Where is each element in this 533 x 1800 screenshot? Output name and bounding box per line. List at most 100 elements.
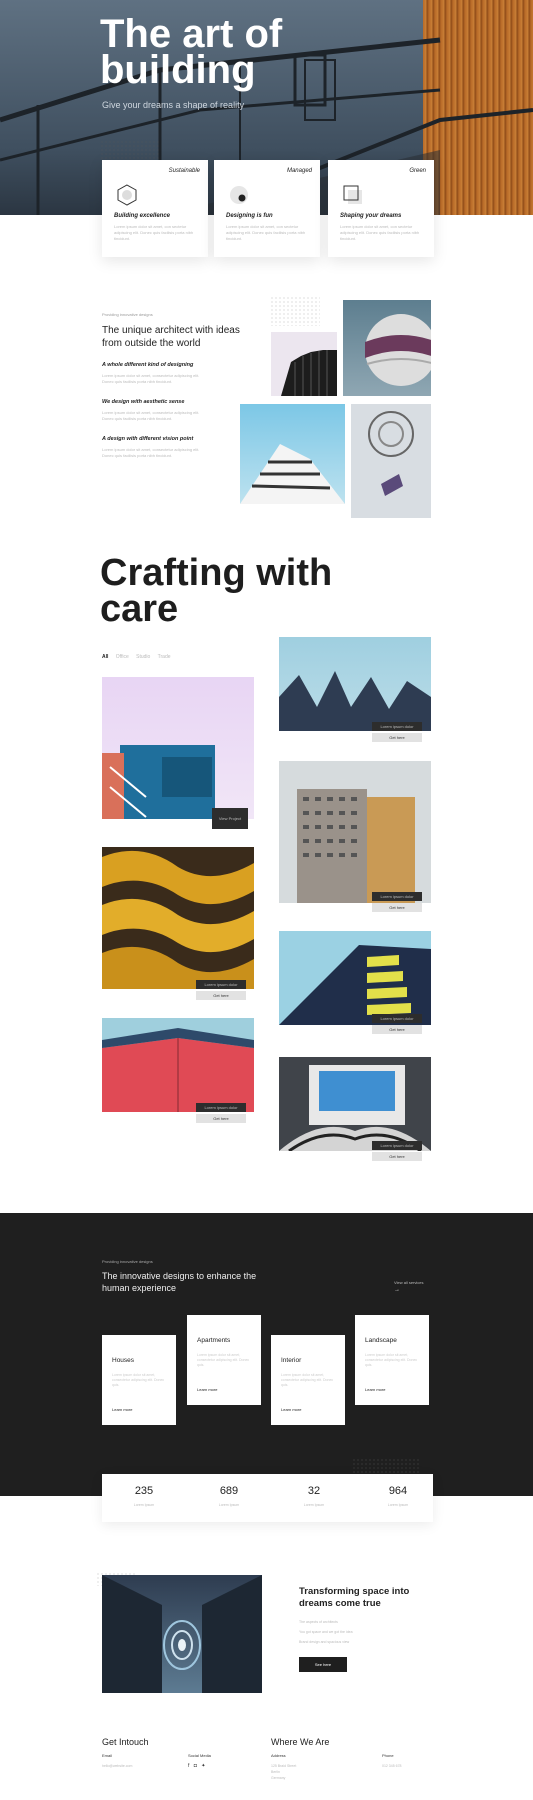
stat-value: 964 (388, 1485, 408, 1497)
project-button[interactable]: Get here (196, 1114, 246, 1123)
see-here-button[interactable]: See here (299, 1657, 347, 1672)
service-title: Landscape (365, 1337, 397, 1344)
feature-title: Building excellence (114, 213, 171, 219)
facebook-icon[interactable]: f (188, 1763, 189, 1769)
photo-balcony-building (240, 404, 345, 504)
project-card[interactable] (279, 637, 431, 731)
services-heading: The innovative designs to enhance the hu… (102, 1271, 257, 1293)
view-all-label: View all services (394, 1280, 424, 1285)
photo-tunnel (102, 1575, 262, 1693)
sphere-illustration (365, 314, 431, 386)
project-button[interactable]: Get here (372, 1152, 422, 1161)
view-project-button[interactable]: View Project (212, 808, 248, 829)
project-card[interactable] (279, 931, 431, 1025)
project-card[interactable] (102, 677, 254, 819)
transform-heading: Transforming space into dreams come true (299, 1586, 410, 1609)
project-card[interactable] (102, 847, 254, 989)
learn-more-link[interactable]: Learn more (281, 1407, 301, 1412)
project-label: Lorem ipsum dolor (196, 1103, 246, 1112)
building-illustration (281, 350, 337, 396)
filter-trade[interactable]: Trade (158, 654, 171, 660)
about-item-desc: Lorem ipsum dolor sit amet, consectetur … (102, 447, 200, 458)
filter-office[interactable]: Office (116, 654, 129, 660)
project-button[interactable]: Get here (372, 733, 422, 742)
about-kicker: Providing innovative designs (102, 312, 153, 317)
square-icon (343, 185, 362, 204)
service-card-apartments[interactable]: Apartments Lorem ipsum dolor sit amet, c… (187, 1315, 261, 1405)
feature-title: Designing is fun (226, 213, 273, 219)
stat-label: Lorem Ipsum (133, 1503, 155, 1507)
transform-line: Brand design and spacious view (299, 1640, 350, 1644)
email-value[interactable]: hello@website.com (102, 1764, 132, 1769)
address-label: Address (271, 1753, 286, 1758)
service-desc: Lorem ipsum dolor sit amet, consectetur … (281, 1373, 334, 1387)
feature-desc: Lorem ipsum dolor sit amet, con sectetur… (226, 224, 306, 241)
stat-value: 32 (307, 1485, 321, 1497)
crafting-title: Crafting with care (100, 552, 333, 630)
feature-tag: Green (409, 168, 426, 174)
project-label: Lorem ipsum dolor (372, 1014, 422, 1023)
address-line: 125 Braid Street (271, 1764, 297, 1768)
filter-studio[interactable]: Studio (136, 654, 150, 660)
learn-more-link[interactable]: Learn more (365, 1387, 385, 1392)
project-label: Lorem ipsum dolor (196, 980, 246, 989)
yellow-waves-illustration (102, 850, 254, 989)
service-title: Interior (281, 1357, 302, 1364)
hero-title: The art of building (100, 12, 283, 92)
stat-label: Lorem Ipsum (387, 1503, 409, 1507)
project-button[interactable]: Get here (196, 991, 246, 1000)
view-all-services-link[interactable]: View all services → (394, 1280, 424, 1293)
feature-card-sustainable[interactable]: Sustainable Building excellence Lorem ip… (102, 160, 208, 257)
services-kicker: Providing innovative designs (102, 1259, 153, 1264)
project-label: Lorem ipsum dolor (372, 722, 422, 731)
footer-intouch-heading: Get Intouch (102, 1737, 149, 1747)
twitter-icon[interactable]: ✦ (201, 1763, 205, 1769)
filter-all[interactable]: All (102, 654, 108, 660)
stats-bar: 235 Lorem Ipsum 689 Lorem Ipsum 32 Lorem… (102, 1474, 433, 1522)
learn-more-link[interactable]: Learn more (197, 1387, 217, 1392)
photo-sphere-building (343, 300, 431, 396)
dot-pattern (270, 296, 320, 326)
feature-desc: Lorem ipsum dolor sit amet, con sectetur… (340, 224, 420, 241)
project-label: Lorem ipsum dolor (372, 1141, 422, 1150)
about-item-desc: Lorem ipsum dolor sit amet, consectetur … (102, 410, 200, 421)
project-card[interactable] (102, 1018, 254, 1112)
transform-line: The aspects of architects (299, 1620, 338, 1624)
project-card[interactable] (279, 1057, 431, 1151)
stat-value: 689 (219, 1485, 239, 1497)
phone-label: Phone (382, 1753, 394, 1758)
service-card-interior[interactable]: Interior Lorem ipsum dolor sit amet, con… (271, 1335, 345, 1425)
tunnel-illustration (102, 1575, 262, 1693)
arrow-right-icon: → (394, 1287, 400, 1293)
social-label: Social Media (188, 1753, 211, 1758)
photo-black-building (271, 332, 337, 396)
feature-tag: Sustainable (168, 168, 200, 174)
phone-value[interactable]: 012 345 678 (382, 1764, 401, 1769)
feature-tag: Managed (286, 168, 312, 174)
service-title: Houses (112, 1357, 135, 1364)
instagram-icon[interactable]: ◘ (194, 1763, 197, 1769)
social-icons: f ◘ ✦ (188, 1763, 205, 1769)
service-desc: Lorem ipsum dolor sit amet, consectetur … (197, 1353, 250, 1367)
about-heading: The unique architect with ideas from out… (102, 325, 240, 349)
project-card[interactable] (279, 761, 431, 903)
stat-value: 235 (134, 1485, 154, 1497)
service-card-houses[interactable]: Houses Lorem ipsum dolor sit amet, conse… (102, 1335, 176, 1425)
learn-more-link[interactable]: Learn more (112, 1407, 132, 1412)
address-line: Germany (271, 1776, 286, 1780)
tower-illustration (297, 789, 415, 903)
project-button[interactable]: Get here (372, 903, 422, 912)
half-circle-icon (230, 186, 248, 204)
project-button[interactable]: Get here (372, 1025, 422, 1034)
about-item-desc: Lorem ipsum dolor sit amet, consectetur … (102, 373, 200, 384)
service-card-landscape[interactable]: Landscape Lorem ipsum dolor sit amet, co… (355, 1315, 429, 1405)
red-building-illustration (102, 1028, 254, 1112)
photo-spiral-building (351, 404, 431, 518)
feature-card-green[interactable]: Green Shaping your dreams Lorem ipsum do… (328, 160, 434, 257)
services-section (0, 1213, 533, 1496)
balcony-illustration (240, 444, 345, 504)
hexagon-icon (117, 184, 137, 206)
spiral-illustration (368, 411, 414, 496)
feature-card-managed[interactable]: Managed Designing is fun Lorem ipsum dol… (214, 160, 320, 257)
stat-label: Lorem Ipsum (218, 1503, 240, 1507)
